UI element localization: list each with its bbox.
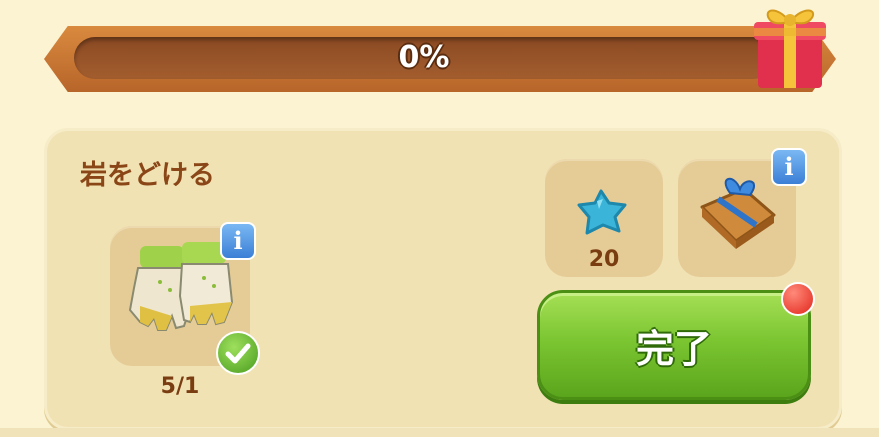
gift-box-icon[interactable] <box>748 0 830 92</box>
reward-amount: 20 <box>588 247 620 272</box>
progress-label: 0% <box>398 40 450 75</box>
bottom-divider <box>0 428 879 437</box>
checkmark-icon <box>216 331 260 375</box>
complete-button[interactable]: 完了 <box>537 290 811 400</box>
item-count: 5/1 <box>160 374 200 399</box>
info-icon[interactable]: i <box>220 222 256 260</box>
notification-dot <box>781 282 815 316</box>
task-title: 岩をどける <box>80 160 215 191</box>
info-icon[interactable]: i <box>771 148 807 186</box>
